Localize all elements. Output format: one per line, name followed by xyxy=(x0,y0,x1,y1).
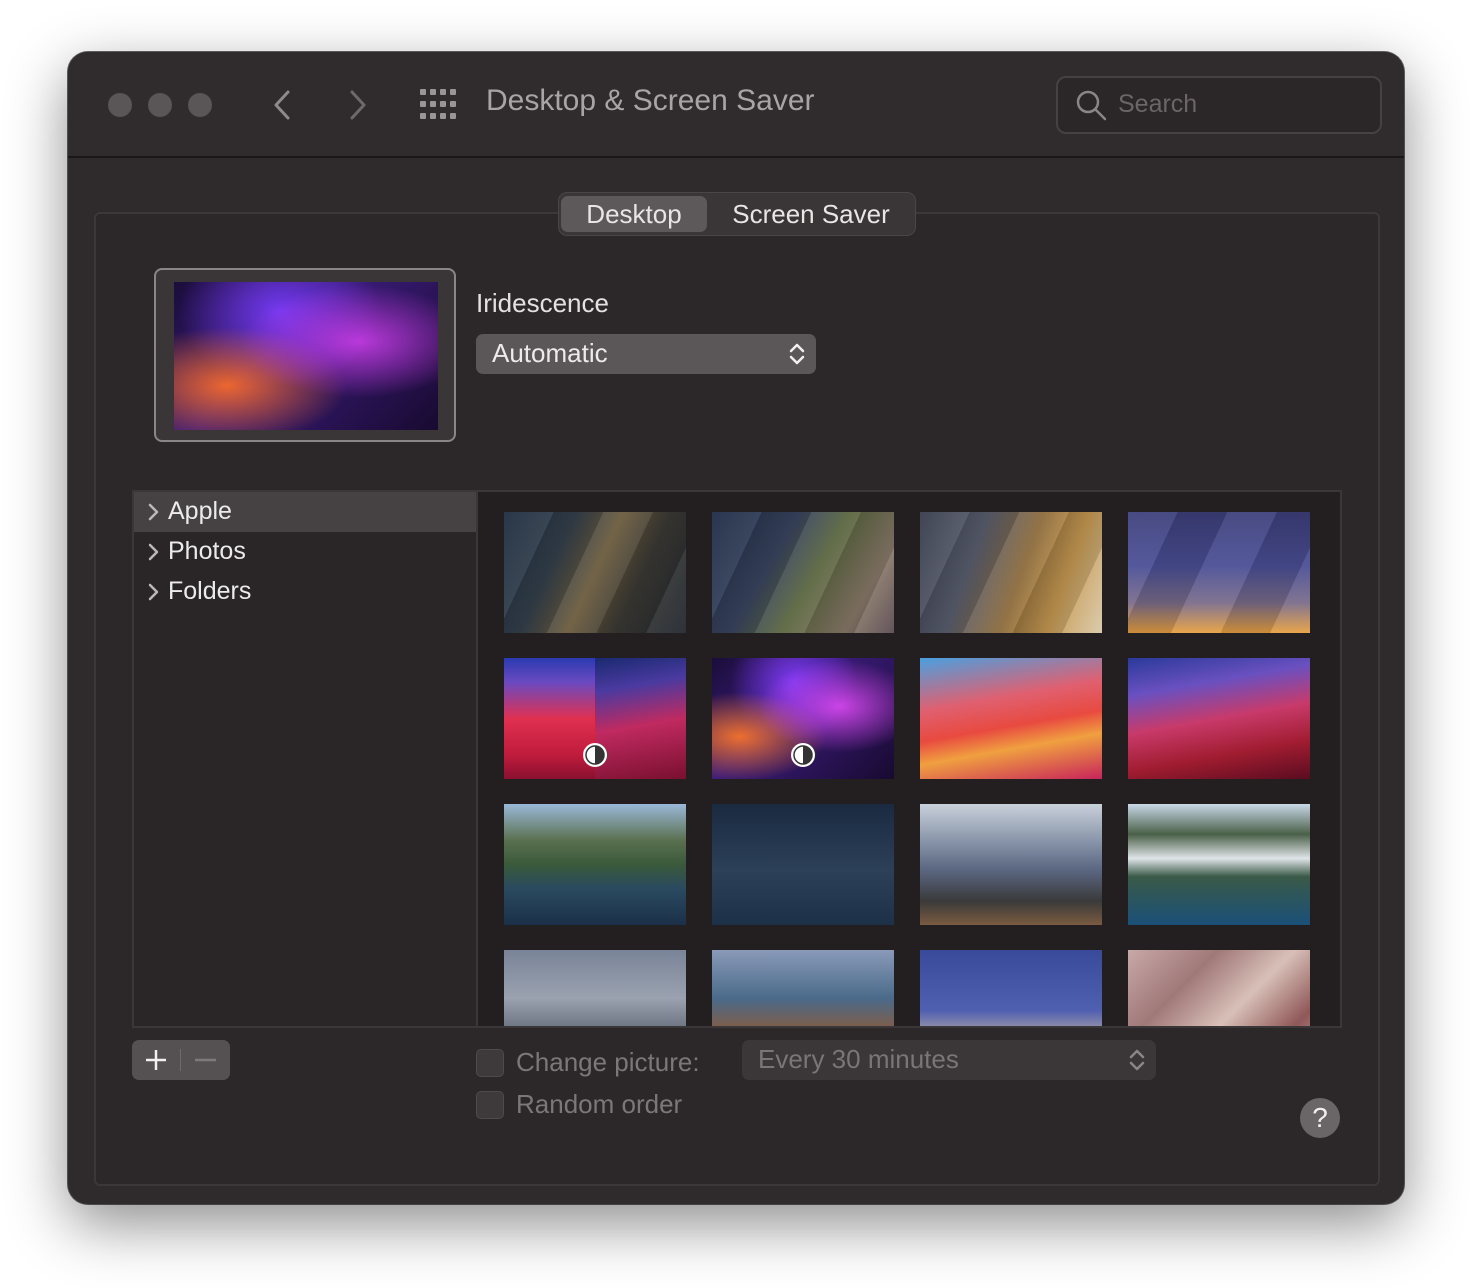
show-all-grid-icon[interactable] xyxy=(420,89,456,119)
search-icon xyxy=(1076,90,1107,121)
disclosure-chevron-icon[interactable] xyxy=(146,542,160,562)
plus-icon xyxy=(146,1050,166,1070)
minimize-window-button[interactable] xyxy=(148,93,172,117)
change-interval-popup[interactable]: Every 30 minutes xyxy=(742,1040,1156,1080)
wallpaper-thumb-big-sur-rocks[interactable] xyxy=(504,950,686,1026)
wallpaper-thumb-big-sur-graphic[interactable] xyxy=(504,658,686,779)
light-dark-icon xyxy=(791,743,815,767)
disclosure-chevron-icon[interactable] xyxy=(146,502,160,522)
up-down-chevron-icon xyxy=(1129,1049,1145,1071)
wallpaper-thumb-big-sur-graphic-dark[interactable] xyxy=(1128,658,1310,779)
wallpaper-name: Iridescence xyxy=(476,288,609,318)
wallpaper-thumb-big-sur-night[interactable] xyxy=(712,804,894,925)
wallpaper-thumb-catalina-dynamic[interactable] xyxy=(712,512,894,633)
change-picture-checkbox[interactable] xyxy=(476,1049,504,1077)
sidebar-item-apple[interactable]: Apple xyxy=(134,492,478,532)
wallpaper-thumb-big-sur-mountains[interactable] xyxy=(920,804,1102,925)
tab-screen-saver[interactable]: Screen Saver xyxy=(711,196,911,232)
zoom-window-button[interactable] xyxy=(188,93,212,117)
back-button[interactable] xyxy=(266,86,300,124)
sidebar-item-label: Apple xyxy=(168,497,232,525)
current-wallpaper-preview xyxy=(154,268,456,442)
current-wallpaper-image xyxy=(174,282,438,430)
search-placeholder: Search xyxy=(1118,90,1198,118)
random-order-checkbox[interactable] xyxy=(476,1091,504,1119)
wallpaper-thumb-iridescence[interactable] xyxy=(712,658,894,779)
remove-folder-button[interactable] xyxy=(181,1040,230,1080)
window-title: Desktop & Screen Saver xyxy=(486,84,815,117)
sidebar-item-photos[interactable]: Photos xyxy=(134,532,478,572)
wallpaper-thumb-big-sur-graphic-light[interactable] xyxy=(920,658,1102,779)
wallpaper-thumb-big-sur-aerial[interactable] xyxy=(1128,804,1310,925)
add-remove-control xyxy=(132,1040,230,1080)
chevron-right-icon xyxy=(350,90,366,120)
change-picture-label: Change picture: xyxy=(516,1047,700,1077)
tab-segmented-control: Desktop Screen Saver xyxy=(558,192,916,236)
sidebar-item-label: Folders xyxy=(168,577,252,605)
sidebar-item-folders[interactable]: Folders xyxy=(134,572,478,612)
preferences-window: Desktop & Screen Saver Search Desktop Sc… xyxy=(68,52,1404,1204)
wallpaper-thumb-big-sur-stone[interactable] xyxy=(1128,950,1310,1026)
light-dark-icon xyxy=(583,743,607,767)
up-down-chevron-icon xyxy=(789,343,805,365)
tab-desktop[interactable]: Desktop xyxy=(561,196,707,232)
wallpaper-grid xyxy=(476,490,1342,1028)
chevron-left-icon xyxy=(274,90,290,120)
wallpaper-thumb-big-sur-cove[interactable] xyxy=(712,950,894,1026)
search-field[interactable]: Search xyxy=(1056,76,1382,134)
wallpaper-thumb-big-sur-tower[interactable] xyxy=(920,950,1102,1026)
source-list: Apple Photos Folders xyxy=(132,490,478,1028)
appearance-mode-value: Automatic xyxy=(492,338,608,368)
wallpaper-thumb-mojave-dynamic[interactable] xyxy=(920,512,1102,633)
forward-button[interactable] xyxy=(340,86,374,124)
close-window-button[interactable] xyxy=(108,93,132,117)
appearance-mode-popup[interactable]: Automatic xyxy=(476,334,816,374)
wallpaper-thumb-big-sur-dynamic[interactable] xyxy=(504,512,686,633)
disclosure-chevron-icon[interactable] xyxy=(146,582,160,602)
wallpaper-thumb-big-sur-coastline[interactable] xyxy=(504,804,686,925)
sidebar-item-label: Photos xyxy=(168,537,246,565)
random-order-label: Random order xyxy=(516,1089,683,1119)
wallpaper-thumb-solar-gradients[interactable] xyxy=(1128,512,1310,633)
title-bar: Desktop & Screen Saver Search xyxy=(68,52,1404,158)
change-interval-value: Every 30 minutes xyxy=(758,1044,959,1074)
add-folder-button[interactable] xyxy=(132,1040,180,1080)
minus-icon xyxy=(195,1058,216,1062)
help-button[interactable]: ? xyxy=(1300,1098,1340,1138)
